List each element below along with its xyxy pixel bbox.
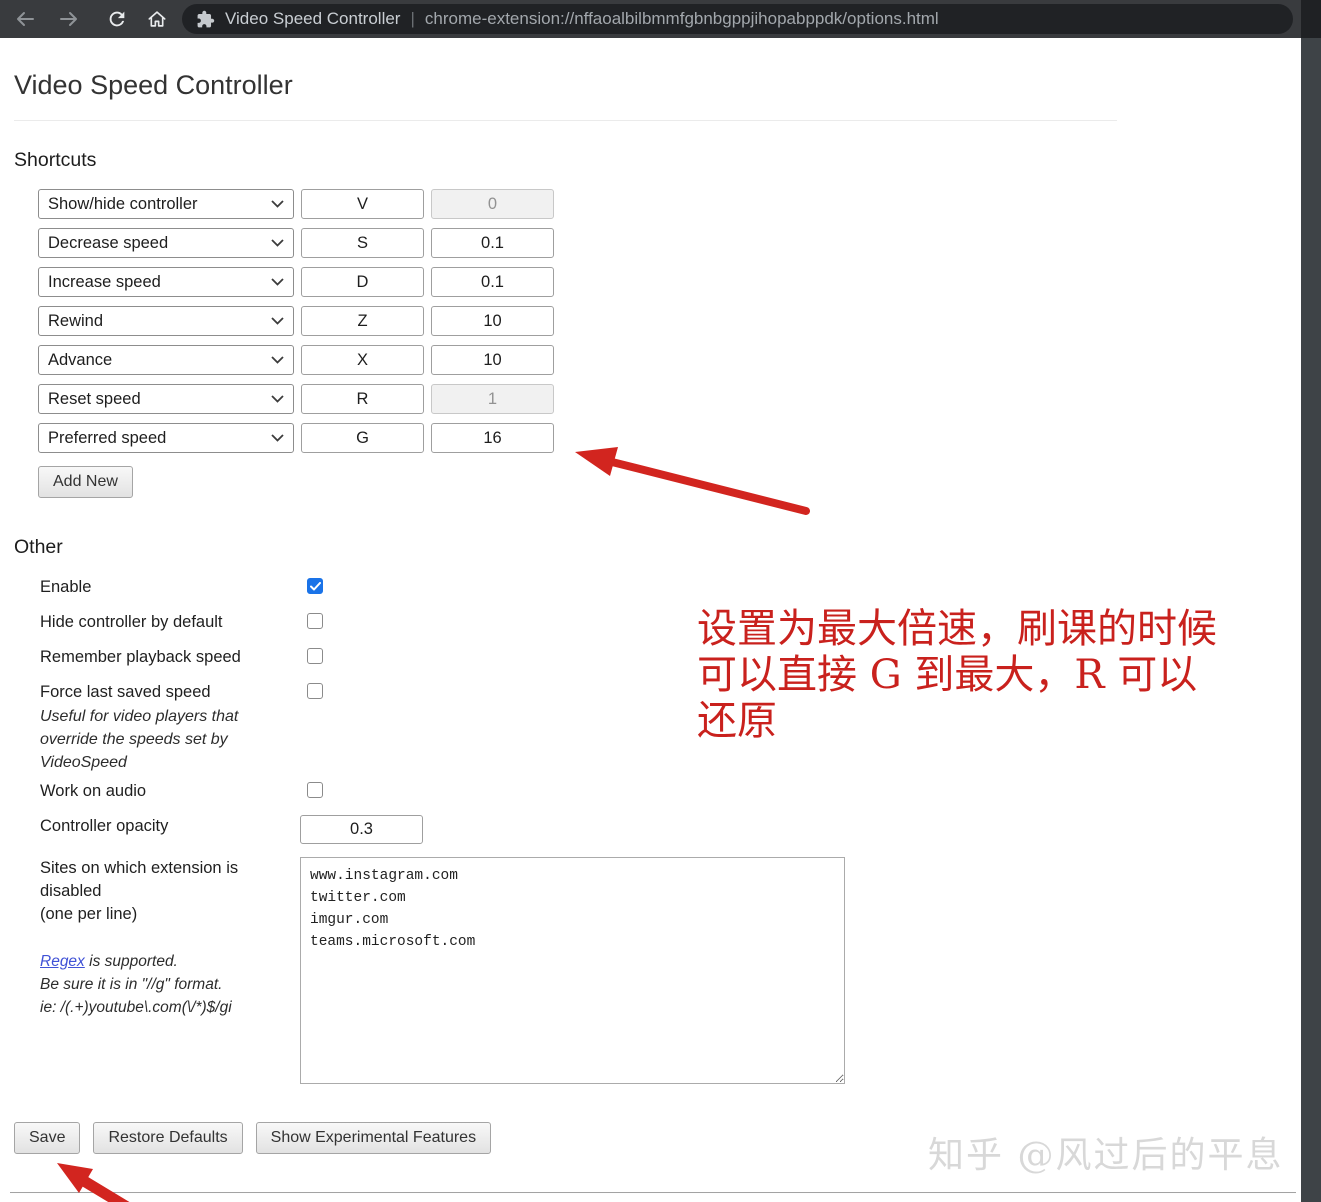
- regex-example: ie: /(.+)youtube\.com(\/*)$/gi: [40, 999, 232, 1016]
- value-input[interactable]: [431, 267, 554, 297]
- address-bar[interactable]: Video Speed Controller | chrome-extensio…: [182, 4, 1293, 34]
- regex-note-rest: is supported.: [84, 953, 178, 970]
- action-select-advance[interactable]: Advance: [38, 345, 294, 375]
- option-label: Work on audio: [40, 782, 147, 800]
- extension-puzzle-icon: [196, 10, 215, 29]
- page-title: Video Speed Controller: [14, 70, 293, 100]
- shortcut-row: Decrease speed: [38, 228, 1301, 258]
- select-value: Decrease speed: [48, 233, 169, 252]
- blacklist-sublabel: (one per line): [40, 905, 138, 923]
- back-arrow-icon[interactable]: [12, 6, 38, 32]
- shortcut-row: Advance: [38, 345, 1301, 375]
- chevron-down-icon: [271, 434, 284, 442]
- blacklist-label-column: Sites on which extension is disabled (on…: [40, 857, 300, 1019]
- shortcut-row: Preferred speed: [38, 423, 1301, 453]
- action-select-decrease[interactable]: Decrease speed: [38, 228, 294, 258]
- value-input[interactable]: [431, 306, 554, 336]
- option-row-work-on-audio: Work on audio: [40, 780, 1301, 802]
- forward-arrow-icon[interactable]: [56, 6, 82, 32]
- checkmark-icon: [309, 581, 321, 590]
- action-select-show-hide[interactable]: Show/hide controller: [38, 189, 294, 219]
- home-icon[interactable]: [144, 6, 170, 32]
- select-value: Preferred speed: [48, 428, 167, 447]
- chevron-down-icon: [271, 239, 284, 247]
- hide-controller-checkbox[interactable]: [307, 613, 323, 629]
- remember-speed-checkbox[interactable]: [307, 648, 323, 664]
- red-annotation-text: 设置为最大倍速，刷课的时候 可以直接 G 到最大，R 可以 还原: [697, 606, 1217, 744]
- watermark-text: 知乎 @风过后的平息: [928, 1135, 1284, 1176]
- window-edge-top: [1301, 0, 1321, 38]
- option-row-opacity: Controller opacity: [40, 815, 1301, 844]
- select-value: Reset speed: [48, 389, 141, 408]
- value-input[interactable]: [431, 345, 554, 375]
- key-input[interactable]: [301, 384, 424, 414]
- blacklist-label: Sites on which extension is disabled: [40, 859, 239, 900]
- option-row-blacklist: Sites on which extension is disabled (on…: [40, 857, 1301, 1084]
- other-heading: Other: [14, 536, 63, 558]
- chevron-down-icon: [271, 395, 284, 403]
- select-value: Show/hide controller: [48, 194, 198, 213]
- enable-checkbox[interactable]: [307, 578, 323, 594]
- shortcut-row: Reset speed: [38, 384, 1301, 414]
- force-speed-checkbox[interactable]: [307, 683, 323, 699]
- restore-defaults-button[interactable]: Restore Defaults: [93, 1122, 243, 1154]
- tab-title: Video Speed Controller: [225, 9, 401, 28]
- title-divider: [14, 120, 1117, 121]
- add-new-button[interactable]: Add New: [38, 466, 133, 498]
- key-input[interactable]: [301, 306, 424, 336]
- action-select-rewind[interactable]: Rewind: [38, 306, 294, 336]
- chevron-down-icon: [271, 317, 284, 325]
- option-label: Enable: [40, 578, 92, 596]
- shortcut-row: Rewind: [38, 306, 1301, 336]
- option-label: Controller opacity: [40, 817, 169, 835]
- opacity-input[interactable]: [300, 815, 423, 844]
- regex-link[interactable]: Regex: [40, 953, 85, 970]
- blacklist-textarea[interactable]: www.instagram.com twitter.com imgur.com …: [300, 857, 845, 1084]
- value-input: [431, 189, 554, 219]
- key-input[interactable]: [301, 423, 424, 453]
- select-value: Rewind: [48, 311, 104, 330]
- shortcut-row: Show/hide controller: [38, 189, 1301, 219]
- shortcut-row: Increase speed: [38, 267, 1301, 297]
- options-page: Video Speed Controller Shortcuts Show/hi…: [0, 38, 1301, 1084]
- action-select-increase[interactable]: Increase speed: [38, 267, 294, 297]
- chevron-down-icon: [271, 278, 284, 286]
- shortcuts-heading: Shortcuts: [14, 149, 97, 171]
- key-input[interactable]: [301, 267, 424, 297]
- select-value: Advance: [48, 350, 113, 369]
- option-label: Hide controller by default: [40, 613, 223, 631]
- work-on-audio-checkbox[interactable]: [307, 782, 323, 798]
- value-input[interactable]: [431, 423, 554, 453]
- action-select-reset[interactable]: Reset speed: [38, 384, 294, 414]
- option-label: Force last saved speed: [40, 683, 211, 701]
- select-value: Increase speed: [48, 272, 161, 291]
- value-input: [431, 384, 554, 414]
- footer-actions: Save Restore Defaults Show Experimental …: [14, 1122, 492, 1154]
- save-button[interactable]: Save: [14, 1122, 81, 1154]
- scrollbar-track[interactable]: [1301, 38, 1321, 1202]
- bottom-divider: [10, 1192, 1296, 1194]
- screenshot-stage: Video Speed Controller | chrome-extensio…: [0, 0, 1321, 1202]
- value-input[interactable]: [431, 228, 554, 258]
- option-label: Remember playback speed: [40, 648, 241, 666]
- title-url-separator: |: [410, 9, 415, 28]
- regex-format-note: Be sure it is in "//g" format.: [40, 976, 223, 993]
- key-input[interactable]: [301, 228, 424, 258]
- action-select-preferred[interactable]: Preferred speed: [38, 423, 294, 453]
- reload-icon[interactable]: [104, 6, 130, 32]
- key-input[interactable]: [301, 345, 424, 375]
- regex-notes: Regex is supported. Be sure it is in "//…: [40, 950, 300, 1019]
- option-row-enable: Enable: [40, 576, 1301, 598]
- browser-toolbar: Video Speed Controller | chrome-extensio…: [0, 0, 1321, 38]
- page-url: chrome-extension://nffaoalbilbmmfgbnbgpp…: [424, 9, 939, 28]
- experimental-features-button[interactable]: Show Experimental Features: [255, 1122, 492, 1154]
- key-input[interactable]: [301, 189, 424, 219]
- red-arrow-to-save-button: [57, 1163, 130, 1202]
- chevron-down-icon: [271, 200, 284, 208]
- force-speed-note: Useful for video players that override t…: [40, 708, 239, 771]
- chevron-down-icon: [271, 356, 284, 364]
